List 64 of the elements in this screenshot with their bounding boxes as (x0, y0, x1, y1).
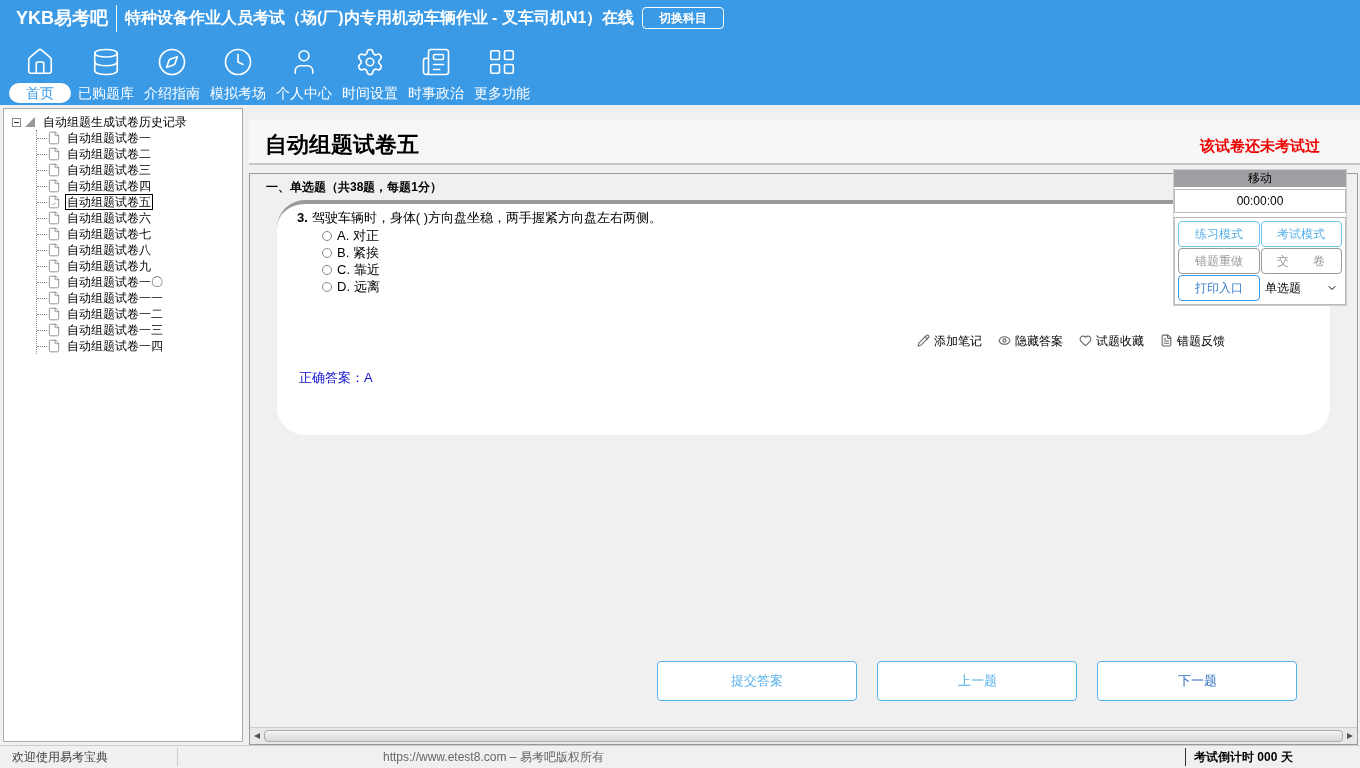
timer-display: 00:00:00 (1174, 189, 1346, 213)
document-icon (47, 131, 61, 145)
tree-item[interactable]: 自动组题试卷一四 (65, 338, 165, 354)
tree-item[interactable]: 自动组题试卷四 (65, 178, 153, 194)
copyright-text: https://www.etest8.com – 易考吧版权所有 (382, 749, 605, 766)
countdown-text: 考试倒计时 000 天 (1185, 748, 1360, 766)
document-icon (47, 307, 61, 321)
action-link[interactable]: 错题反馈 (1177, 331, 1225, 350)
option-label[interactable]: B. 紧挨 (337, 243, 379, 263)
correct-answer: 正确答案：A (299, 368, 374, 387)
tree-root-label[interactable]: 自动组题生成试卷历史记录 (43, 113, 187, 131)
document-icon (47, 275, 61, 289)
action-link[interactable]: 隐藏答案 (1015, 331, 1063, 350)
horizontal-scrollbar[interactable] (250, 727, 1357, 744)
document-icon (47, 163, 61, 177)
exam-status: 该试卷还未考试过 (1200, 135, 1320, 156)
scroll-left-icon[interactable] (254, 733, 260, 739)
option-label[interactable]: C. 靠近 (337, 260, 380, 280)
tree-item[interactable]: 自动组题试卷一〇 (65, 274, 165, 290)
eye-icon[interactable] (998, 334, 1011, 347)
document-icon (47, 323, 61, 337)
document-icon (47, 259, 61, 273)
tree-item[interactable]: 自动组题试卷二 (65, 146, 153, 162)
document-icon (47, 147, 61, 161)
collapse-toggle[interactable] (12, 117, 21, 127)
tree-item[interactable]: 自动组题试卷一二 (65, 306, 165, 322)
clock-icon[interactable] (222, 47, 253, 77)
document-icon (47, 243, 61, 257)
tree-item[interactable]: 自动组题试卷九 (65, 258, 153, 274)
tree-item[interactable]: 自动组题试卷五 (65, 194, 153, 210)
action-link[interactable]: 添加笔记 (934, 331, 982, 350)
tree-item[interactable]: 自动组题试卷一 (65, 130, 153, 146)
document-icon (47, 179, 61, 193)
panel-button[interactable]: 打印入口 (1178, 275, 1260, 301)
document-icon (47, 339, 61, 353)
question-type-select[interactable]: 单选题 (1260, 275, 1342, 301)
option-label[interactable]: D. 远离 (337, 277, 380, 297)
tree-item[interactable]: 自动组题试卷六 (65, 210, 153, 226)
document-icon (47, 211, 61, 225)
newspaper-icon[interactable] (420, 47, 451, 77)
compass-icon[interactable] (156, 47, 187, 77)
tree-item[interactable]: 自动组题试卷三 (65, 162, 153, 178)
heart-icon[interactable] (1079, 334, 1092, 347)
option-label[interactable]: A. 对正 (337, 226, 379, 246)
document-icon (47, 291, 61, 305)
exam-title: 特种设备作业人员考试（场(厂)内专用机动车辆作业 - 叉车司机N1）在线 (125, 8, 635, 28)
document-icon[interactable] (1160, 334, 1173, 347)
pencil-icon[interactable] (917, 334, 930, 347)
scroll-right-icon[interactable] (1347, 733, 1353, 739)
tree-item[interactable]: 自动组题试卷七 (65, 226, 153, 242)
question-text: 驾驶车辆时，身体( )方向盘坐稳，两手握紧方向盘左右两侧。 (311, 209, 663, 227)
tree-item[interactable]: 自动组题试卷八 (65, 242, 153, 258)
app-logo: YKB易考吧 (8, 4, 117, 32)
tree-item[interactable]: 自动组题试卷一一 (65, 290, 165, 306)
section-heading: 一、单选题（共38题，每题1分） (266, 179, 443, 196)
nav-button[interactable]: 下一题 (1097, 661, 1297, 701)
move-handle[interactable]: 移动 (1174, 170, 1346, 187)
action-link[interactable]: 试题收藏 (1096, 331, 1144, 350)
welcome-text: 欢迎使用易考宝典 (0, 748, 178, 766)
question-number: 3. (297, 209, 308, 227)
document-check-icon (47, 195, 61, 209)
document-icon (47, 227, 61, 241)
tree-item[interactable]: 自动组题试卷一三 (65, 322, 165, 338)
paper-title: 自动组题试卷五 (265, 131, 419, 159)
